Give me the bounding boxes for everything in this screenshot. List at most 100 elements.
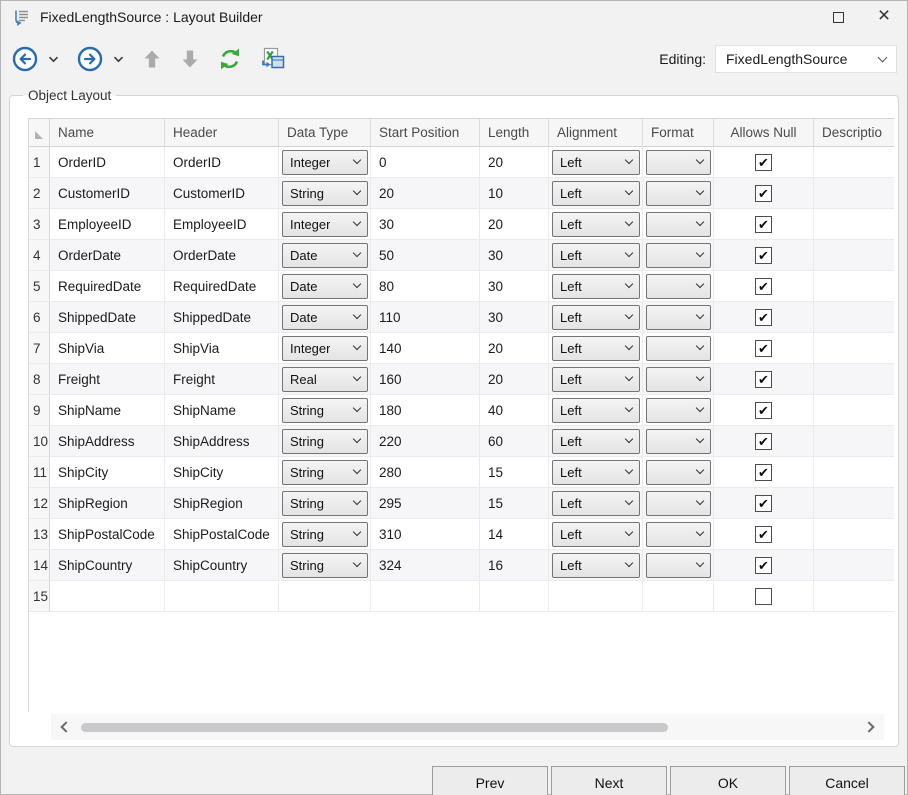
data-type-select[interactable]: String xyxy=(282,398,368,423)
editing-select[interactable]: FixedLengthSource xyxy=(715,45,897,73)
cancel-button[interactable]: Cancel xyxy=(789,766,905,795)
row-number[interactable]: 4 xyxy=(29,240,50,271)
cell-length[interactable]: 20 xyxy=(480,364,549,395)
cell-name[interactable]: EmployeeID xyxy=(50,209,165,240)
next-button[interactable]: Next xyxy=(551,766,667,795)
allows-null-checkbox[interactable]: ✔ xyxy=(755,557,772,574)
cell-header[interactable]: OrderID xyxy=(165,147,279,178)
row-number[interactable]: 9 xyxy=(29,395,50,426)
cell-start-position[interactable]: 160 xyxy=(371,364,480,395)
scroll-right-button[interactable] xyxy=(860,723,878,731)
column-header-start-position[interactable]: Start Position xyxy=(371,119,480,147)
cell-name[interactable] xyxy=(50,581,165,612)
alignment-select[interactable]: Left xyxy=(552,305,640,330)
data-type-select[interactable]: String xyxy=(282,491,368,516)
cell-start-position[interactable]: 310 xyxy=(371,519,480,550)
data-type-select[interactable]: Date xyxy=(282,243,368,268)
data-type-select[interactable]: Integer xyxy=(282,150,368,175)
refresh-button[interactable] xyxy=(215,44,245,74)
format-select[interactable] xyxy=(646,212,711,237)
column-header-name[interactable]: Name xyxy=(50,119,165,147)
row-number[interactable]: 3 xyxy=(29,209,50,240)
ok-button[interactable]: OK xyxy=(670,766,786,795)
format-select[interactable] xyxy=(646,181,711,206)
format-select[interactable] xyxy=(646,553,711,578)
cell-description[interactable] xyxy=(814,488,894,519)
cell-length[interactable]: 10 xyxy=(480,178,549,209)
cell-description[interactable] xyxy=(814,333,894,364)
format-select[interactable] xyxy=(646,522,711,547)
cell-start-position[interactable]: 220 xyxy=(371,426,480,457)
horizontal-scrollbar[interactable] xyxy=(51,714,884,740)
cell-length[interactable]: 16 xyxy=(480,550,549,581)
cell-length[interactable]: 15 xyxy=(480,488,549,519)
maximize-button[interactable] xyxy=(815,1,861,33)
cell-start-position[interactable] xyxy=(371,581,480,612)
cell-name[interactable]: ShipRegion xyxy=(50,488,165,519)
row-number[interactable]: 14 xyxy=(29,550,50,581)
cell-start-position[interactable]: 324 xyxy=(371,550,480,581)
row-number[interactable]: 5 xyxy=(29,271,50,302)
data-type-select[interactable]: String xyxy=(282,429,368,454)
cell-description[interactable] xyxy=(814,271,894,302)
format-select[interactable] xyxy=(646,429,711,454)
cell-name[interactable]: ShipCity xyxy=(50,457,165,488)
cell-description[interactable] xyxy=(814,457,894,488)
format-select[interactable] xyxy=(646,367,711,392)
cell-start-position[interactable]: 50 xyxy=(371,240,480,271)
cell-name[interactable]: OrderID xyxy=(50,147,165,178)
cell-header[interactable]: ShippedDate xyxy=(165,302,279,333)
cell-start-position[interactable]: 295 xyxy=(371,488,480,519)
cell-length[interactable]: 30 xyxy=(480,271,549,302)
cell-header[interactable]: Freight xyxy=(165,364,279,395)
format-select[interactable] xyxy=(646,150,711,175)
move-down-button[interactable] xyxy=(177,45,203,73)
format-select[interactable] xyxy=(646,398,711,423)
alignment-select[interactable]: Left xyxy=(552,491,640,516)
cell-description[interactable] xyxy=(814,426,894,457)
data-type-select[interactable]: Integer xyxy=(282,336,368,361)
cell-name[interactable]: ShipName xyxy=(50,395,165,426)
allows-null-checkbox[interactable]: ✔ xyxy=(755,278,772,295)
cell-header[interactable]: ShipCity xyxy=(165,457,279,488)
cell-header[interactable]: OrderDate xyxy=(165,240,279,271)
cell-start-position[interactable]: 110 xyxy=(371,302,480,333)
forward-button[interactable] xyxy=(74,43,106,75)
cell-name[interactable]: ShipPostalCode xyxy=(50,519,165,550)
cell-description[interactable] xyxy=(814,519,894,550)
cell-header[interactable] xyxy=(165,581,279,612)
allows-null-checkbox[interactable]: ✔ xyxy=(755,309,772,326)
cell-description[interactable] xyxy=(814,550,894,581)
scrollbar-track[interactable] xyxy=(81,722,854,732)
format-select[interactable] xyxy=(646,243,711,268)
cell-length[interactable]: 20 xyxy=(480,209,549,240)
row-number[interactable]: 12 xyxy=(29,488,50,519)
alignment-select[interactable]: Left xyxy=(552,460,640,485)
row-number[interactable]: 10 xyxy=(29,426,50,457)
column-header-format[interactable]: Format xyxy=(643,119,714,147)
column-header-header[interactable]: Header xyxy=(165,119,279,147)
data-type-select[interactable]: Integer xyxy=(282,212,368,237)
export-excel-button[interactable] xyxy=(257,44,289,74)
row-number[interactable]: 13 xyxy=(29,519,50,550)
cell-length[interactable]: 14 xyxy=(480,519,549,550)
cell-length[interactable] xyxy=(480,581,549,612)
data-type-select[interactable]: Date xyxy=(282,305,368,330)
alignment-select[interactable]: Left xyxy=(552,150,640,175)
cell-length[interactable]: 20 xyxy=(480,147,549,178)
cell-length[interactable]: 60 xyxy=(480,426,549,457)
close-button[interactable]: × xyxy=(861,1,907,33)
cell-header[interactable]: CustomerID xyxy=(165,178,279,209)
allows-null-checkbox[interactable]: ✔ xyxy=(755,154,772,171)
back-dropdown-button[interactable] xyxy=(45,53,62,66)
cell-length[interactable]: 15 xyxy=(480,457,549,488)
allows-null-checkbox[interactable]: ✔ xyxy=(755,340,772,357)
data-type-select[interactable]: Real xyxy=(282,367,368,392)
allows-null-checkbox[interactable]: ✔ xyxy=(755,247,772,264)
cell-header[interactable]: ShipRegion xyxy=(165,488,279,519)
cell-name[interactable]: OrderDate xyxy=(50,240,165,271)
data-type-select[interactable]: String xyxy=(282,460,368,485)
cell-start-position[interactable]: 280 xyxy=(371,457,480,488)
back-button[interactable] xyxy=(9,43,41,75)
column-header-length[interactable]: Length xyxy=(480,119,549,147)
